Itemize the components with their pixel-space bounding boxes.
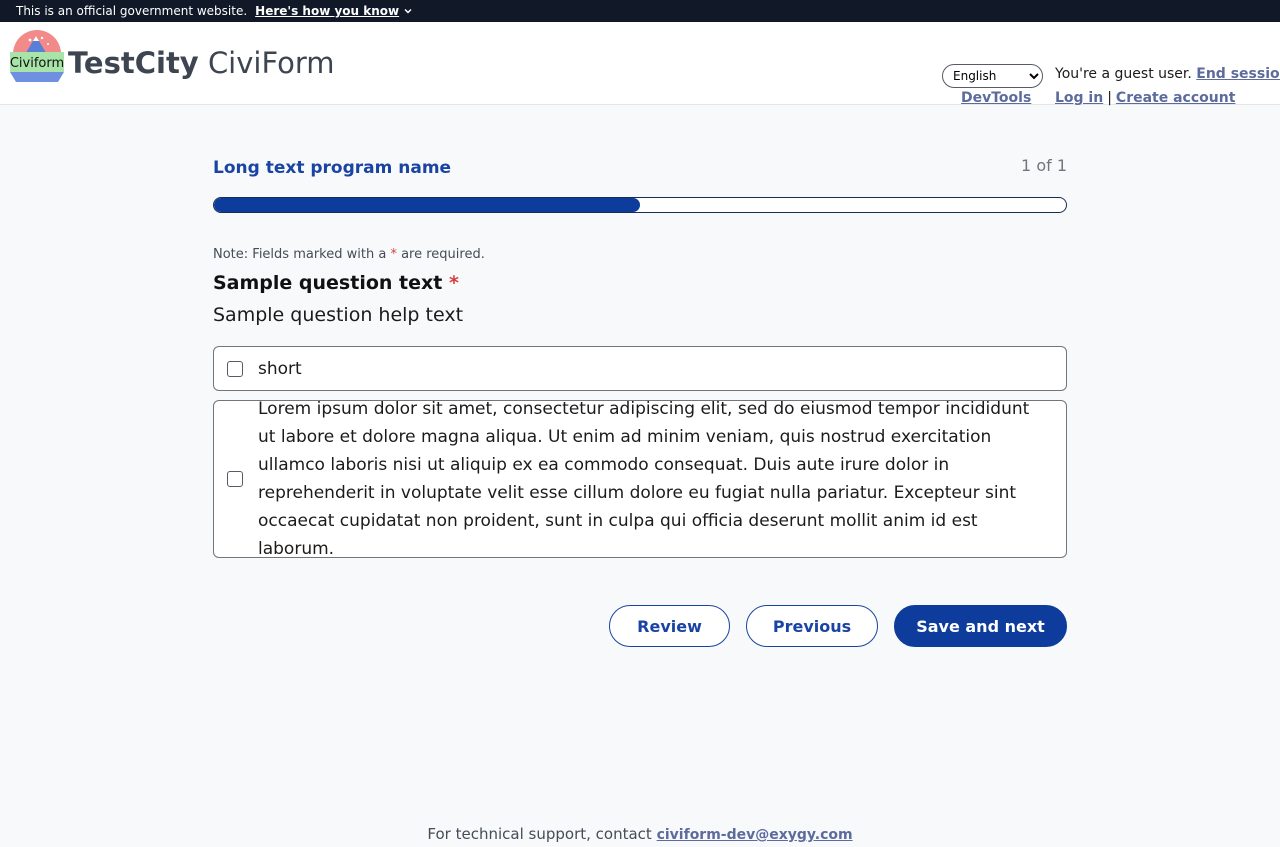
how-you-know-label: Here's how you know xyxy=(255,4,400,18)
question-label: Sample question text xyxy=(213,272,443,294)
site-header: Civiform TestCity CiviForm English DevTo… xyxy=(0,22,1280,106)
language-select[interactable]: English xyxy=(942,64,1043,88)
devtools-link[interactable]: DevTools xyxy=(961,90,1031,106)
program-name: Long text program name xyxy=(213,158,452,178)
note-suffix: are required. xyxy=(401,247,485,262)
how-you-know-link[interactable]: Here's how you know xyxy=(255,4,413,18)
checkbox-option-lorem[interactable]: Lorem ipsum dolor sit amet, consectetur … xyxy=(213,399,1067,559)
question-required-star: * xyxy=(448,272,459,294)
checkbox[interactable] xyxy=(227,360,243,377)
checkbox[interactable] xyxy=(227,471,243,487)
required-star: * xyxy=(390,247,397,262)
question-text: Sample question text * xyxy=(213,272,1067,294)
login-link[interactable]: Log in xyxy=(1055,90,1103,106)
required-note: Note: Fields marked with a * are require… xyxy=(213,247,1067,262)
brand-app: CiviForm xyxy=(207,46,335,80)
form-actions: Review Previous Save and next xyxy=(213,605,1067,647)
progress-bar-fill xyxy=(214,198,640,212)
auth-separator: | xyxy=(1107,90,1112,106)
application-form: Long text program name 1 of 1 Note: Fiel… xyxy=(213,150,1067,647)
previous-button[interactable]: Previous xyxy=(746,605,878,647)
logo-text: Civiform xyxy=(10,56,64,71)
auth-links: Log in | Create account xyxy=(1055,90,1235,106)
chevron-down-icon xyxy=(404,8,412,14)
support-text: For technical support, contact xyxy=(427,825,652,843)
civiform-logo: Civiform xyxy=(10,30,64,82)
program-header: Long text program name 1 of 1 xyxy=(213,150,1067,184)
footer: For technical support, contact civiform-… xyxy=(0,825,1280,843)
save-and-next-button[interactable]: Save and next xyxy=(894,605,1067,647)
progress-bar xyxy=(213,197,1067,213)
guest-text: You're a guest user. xyxy=(1055,66,1192,82)
block-count: 1 of 1 xyxy=(1021,156,1067,175)
brand-city: TestCity xyxy=(68,46,199,80)
support-email-link[interactable]: civiform-dev@exygy.com xyxy=(657,827,853,843)
checkbox-option-short[interactable]: short xyxy=(213,346,1067,391)
question-help-text: Sample question help text xyxy=(213,304,464,326)
option-label: Lorem ipsum dolor sit amet, consectetur … xyxy=(258,399,1030,559)
guest-status: You're a guest user. End session xyxy=(1055,66,1280,82)
gov-banner: This is an official government website. … xyxy=(0,0,1280,22)
note-prefix: Note: Fields marked with a xyxy=(213,247,387,262)
end-session-link[interactable]: End session xyxy=(1196,66,1280,82)
option-label: short xyxy=(258,358,302,379)
brand-title[interactable]: TestCity CiviForm xyxy=(68,46,335,80)
review-button[interactable]: Review xyxy=(609,605,730,647)
create-account-link[interactable]: Create account xyxy=(1116,90,1235,106)
gov-banner-text: This is an official government website. xyxy=(16,4,248,18)
